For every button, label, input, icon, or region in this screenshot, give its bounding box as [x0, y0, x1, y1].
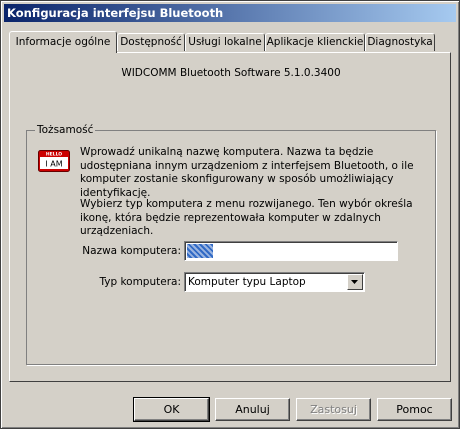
description-name: Wprowadź unikalną nazwę komputera. Nazwa… [80, 146, 414, 199]
name-selection [187, 244, 213, 258]
computer-type-label: Typ komputera: [99, 276, 181, 288]
ok-button[interactable]: OK [133, 397, 210, 422]
hello-i-am-icon: HELLO I AM [38, 150, 70, 172]
computer-type-select[interactable]: Komputer typu Laptop [184, 272, 365, 292]
tab-local-services[interactable]: Usługi lokalne [185, 33, 265, 51]
tab-panel-general: WIDCOMM Bluetooth Software 5.1.0.3400 To… [9, 52, 451, 382]
tab-diagnostics[interactable]: Diagnostyka [365, 33, 435, 51]
identity-group-title: Tożsamość [35, 124, 96, 136]
identity-group: Tożsamość HELLO I AM Wprowadź unikalną n… [26, 124, 436, 365]
computer-type-value: Komputer typu Laptop [188, 276, 306, 288]
bluetooth-config-window: Konfiguracja interfejsu Bluetooth Inform… [0, 0, 460, 429]
svg-text:I AM: I AM [45, 160, 62, 169]
computer-name-input[interactable] [184, 241, 398, 261]
chevron-down-icon [351, 280, 358, 284]
cancel-button[interactable]: Anuluj [215, 398, 290, 421]
help-button[interactable]: Pomoc [377, 398, 452, 421]
description-type: Wybierz typ komputera z menu rozwijanego… [80, 198, 413, 237]
computer-name-label: Nazwa komputera: [82, 245, 181, 257]
dropdown-button[interactable] [347, 274, 363, 290]
window-title: Konfiguracja interfejsu Bluetooth [4, 4, 456, 22]
tab-client-apps[interactable]: Aplikacje klienckie [265, 33, 365, 51]
svg-text:HELLO: HELLO [46, 152, 62, 158]
tab-general[interactable]: Informacje ogólne [9, 31, 117, 53]
software-version: WIDCOMM Bluetooth Software 5.1.0.3400 [121, 67, 341, 79]
apply-button[interactable]: Zastosuj [296, 398, 371, 421]
tab-strip: Informacje ogólne Dostępność Usługi loka… [9, 31, 449, 53]
tab-visibility[interactable]: Dostępność [117, 33, 185, 51]
